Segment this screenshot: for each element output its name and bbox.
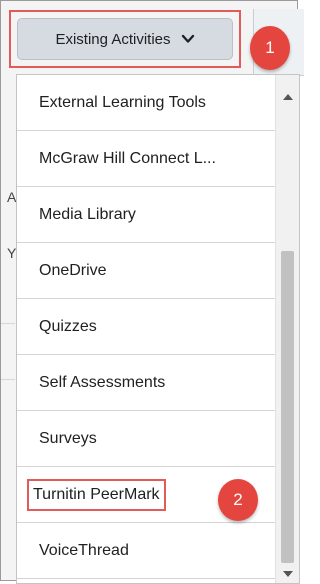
step-badge-1: 1 — [250, 26, 290, 70]
step-badge-label: 2 — [233, 490, 243, 509]
menu-item-label: Media Library — [39, 205, 136, 223]
existing-activities-button[interactable]: Existing Activities — [17, 18, 233, 60]
scrollbar-thumb[interactable] — [281, 251, 294, 563]
menu-item-surveys[interactable]: Surveys — [17, 411, 275, 467]
menu-item-quizzes[interactable]: Quizzes — [17, 299, 275, 355]
menu-item-mcgraw-hill-connect[interactable]: McGraw Hill Connect L... — [17, 131, 275, 187]
menu-item-media-library[interactable]: Media Library — [17, 187, 275, 243]
menu-item-label: Quizzes — [39, 317, 97, 335]
existing-activities-highlight: Existing Activities — [9, 10, 241, 68]
dropdown-scrollbar[interactable] — [275, 75, 299, 583]
screenshot-frame: A Y Existing Activities 1 External Learn… — [0, 0, 304, 584]
existing-activities-label: Existing Activities — [55, 30, 171, 48]
menu-item-label: Surveys — [39, 429, 97, 447]
menu-item-label: Turnitin PeerMark — [27, 478, 166, 511]
step-badge-2: 2 — [218, 479, 258, 521]
background-text: Y — [7, 245, 17, 261]
menu-item-label: McGraw Hill Connect L... — [39, 149, 216, 167]
menu-item-label: Self Assessments — [39, 373, 166, 391]
menu-item-self-assessments[interactable]: Self Assessments — [17, 355, 275, 411]
background-divider — [1, 323, 15, 324]
menu-item-label: OneDrive — [39, 261, 107, 279]
scroll-down-arrow-icon[interactable] — [283, 571, 293, 577]
menu-item-label: VoiceThread — [39, 541, 129, 559]
scroll-up-arrow-icon[interactable] — [283, 94, 293, 100]
menu-item-onedrive[interactable]: OneDrive — [17, 243, 275, 299]
menu-item-label: External Learning Tools — [39, 93, 206, 111]
chevron-down-icon — [181, 34, 194, 43]
menu-item-voicethread[interactable]: VoiceThread — [17, 523, 275, 579]
background-text: A — [7, 189, 17, 205]
menu-item-external-learning-tools[interactable]: External Learning Tools — [17, 75, 275, 131]
background-divider — [1, 379, 15, 380]
step-badge-label: 1 — [265, 38, 275, 57]
existing-activities-dropdown: External Learning Tools McGraw Hill Conn… — [16, 74, 300, 584]
